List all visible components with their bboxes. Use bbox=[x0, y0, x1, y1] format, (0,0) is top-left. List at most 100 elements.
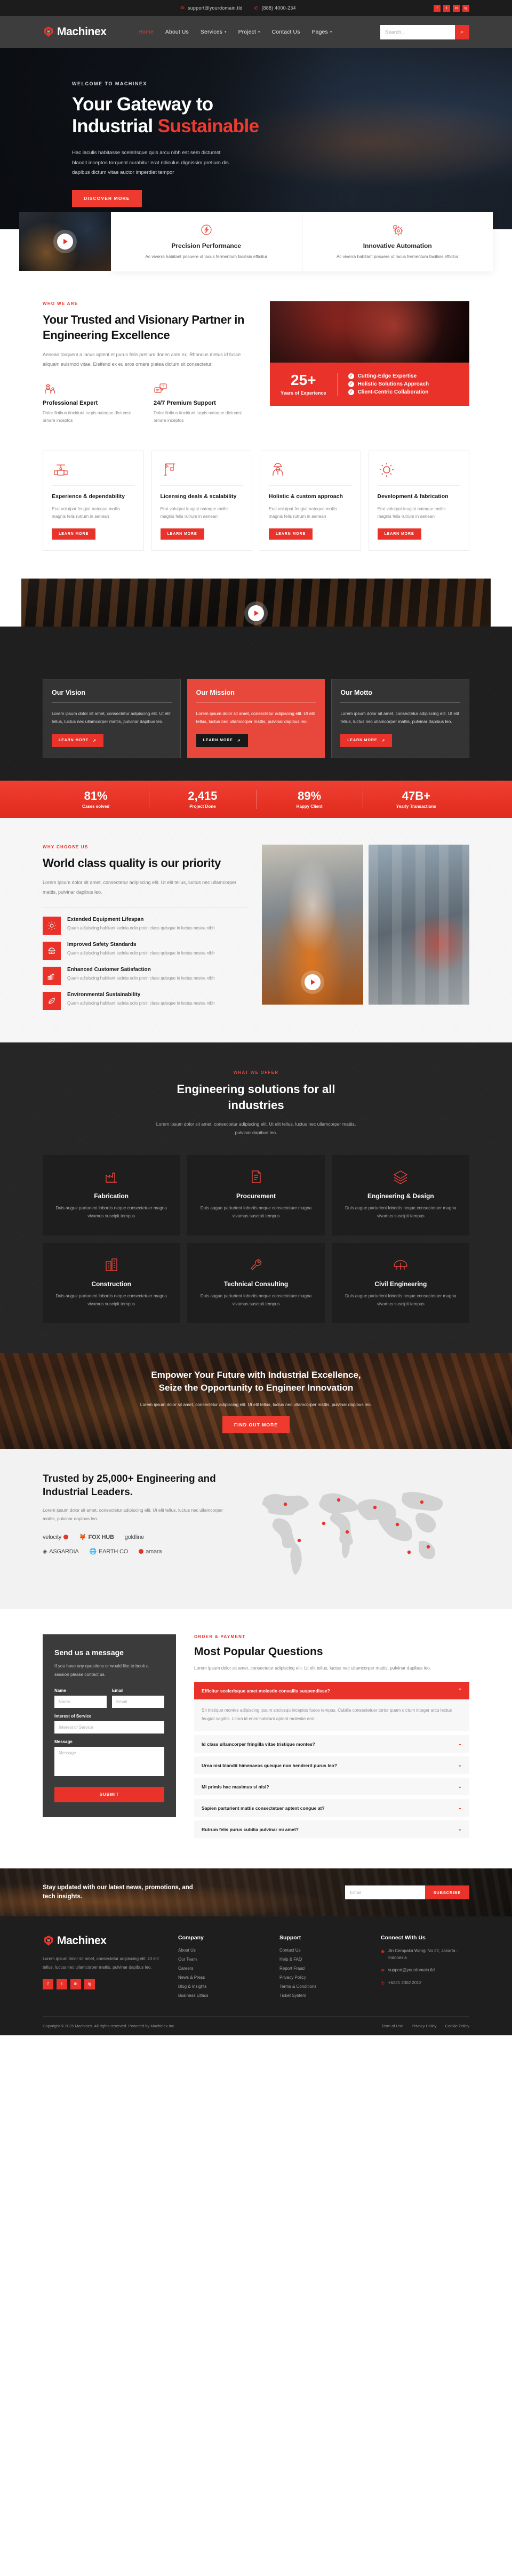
nav-item-services[interactable]: Services ▾ bbox=[201, 29, 227, 35]
faq-item: Id class ullamcorper fringilla vitae tri… bbox=[194, 1735, 469, 1753]
footer-link[interactable]: News & Press bbox=[178, 1975, 267, 1980]
faq-question[interactable]: Id class ullamcorper fringilla vitae tri… bbox=[194, 1735, 469, 1753]
topbar-phone[interactable]: ✆ (888) 4000-234 bbox=[254, 5, 296, 11]
factory-icon bbox=[53, 1169, 169, 1185]
newsletter-email-input[interactable] bbox=[345, 1885, 425, 1900]
learn-more-button[interactable]: LEARN MORE ↗ bbox=[52, 734, 103, 747]
nav-item-home[interactable]: Home bbox=[139, 29, 154, 35]
play-button-icon[interactable] bbox=[304, 974, 321, 990]
faq-question[interactable]: Mi primis hac maximus si nisi? ⌄ bbox=[194, 1778, 469, 1795]
play-button-icon[interactable] bbox=[57, 234, 73, 250]
footer-link[interactable]: Ticket System bbox=[279, 1993, 368, 1998]
footer-link[interactable]: Blog & Insights bbox=[178, 1984, 267, 1989]
cookie-policy-link[interactable]: Cookie Policy bbox=[445, 2024, 469, 2028]
footer-link[interactable]: Help & FAQ bbox=[279, 1957, 368, 1962]
top-bar: ✉ support@yourdomain.tld ✆ (888) 4000-23… bbox=[0, 0, 512, 16]
footer-about: Lorem ipsum dolor sit amet, consectetur … bbox=[43, 1956, 159, 1970]
email-input[interactable] bbox=[112, 1695, 164, 1708]
interest-of-service-input[interactable] bbox=[54, 1721, 164, 1734]
service-card[interactable]: Holistic & custom approach Erat volutpat… bbox=[260, 450, 361, 551]
svg-text:M: M bbox=[47, 30, 50, 34]
stat-item: 81% Cases solved bbox=[43, 789, 149, 809]
growth-chart-icon bbox=[43, 967, 61, 985]
faq-item: Sapien parturient mattis consectetuer ap… bbox=[194, 1799, 469, 1817]
faq-question[interactable]: Sapien parturient mattis consectetuer ap… bbox=[194, 1799, 469, 1817]
twitter-icon[interactable]: t bbox=[57, 1978, 67, 1989]
learn-more-button[interactable]: LEARN MORE bbox=[377, 528, 421, 540]
instagram-icon[interactable]: ig bbox=[84, 1978, 95, 1989]
footer-link[interactable]: Report Fraud bbox=[279, 1966, 368, 1971]
faq-question[interactable]: Urna nisi blandit himenaeos quisque non … bbox=[194, 1756, 469, 1774]
faq-question[interactable]: Rutrum felis purus cubilia pulvinar mi a… bbox=[194, 1820, 469, 1838]
offer-card[interactable]: Construction Duis augue parturient lobor… bbox=[43, 1242, 180, 1323]
footer-link[interactable]: Business Ethics bbox=[178, 1993, 267, 1998]
footer-link[interactable]: About Us bbox=[178, 1948, 267, 1953]
learn-more-button[interactable]: LEARN MORE bbox=[160, 528, 204, 540]
footer-link[interactable]: Terms & Conditions bbox=[279, 1984, 368, 1989]
footer-logo[interactable]: M Machinex bbox=[43, 1935, 165, 1947]
footer-link[interactable]: Contact Us bbox=[279, 1948, 368, 1953]
message-textarea[interactable] bbox=[54, 1746, 164, 1776]
name-input[interactable] bbox=[54, 1695, 107, 1708]
facebook-icon[interactable]: f bbox=[433, 4, 441, 12]
stat-item: 89% Happy Client bbox=[255, 789, 363, 809]
bullet-item: ✓ Client-Centric Collaboration bbox=[348, 389, 429, 395]
faq-answer: Sit tristique montes adipiscing ipsum so… bbox=[194, 1699, 469, 1732]
brands-section: Trusted by 25,000+ Engineering and Indus… bbox=[0, 1449, 512, 1609]
facebook-icon[interactable]: f bbox=[43, 1978, 53, 1989]
topbar-email[interactable]: ✉ support@yourdomain.tld bbox=[180, 5, 242, 11]
svg-text:M: M bbox=[47, 1939, 50, 1943]
offer-card[interactable]: Procurement Duis augue parturient lobort… bbox=[187, 1155, 325, 1235]
instagram-icon[interactable]: ig bbox=[462, 4, 469, 12]
search-button[interactable]: ⌕ bbox=[455, 25, 469, 39]
footer-link[interactable]: Our Team bbox=[178, 1957, 267, 1962]
gears-icon bbox=[390, 223, 404, 237]
chevron-up-icon: ⌃ bbox=[458, 1688, 462, 1694]
service-card[interactable]: Experience & dependability Erat volutpat… bbox=[43, 450, 144, 551]
offer-card-title: Engineering & Design bbox=[367, 1192, 434, 1200]
offer-card-title: Procurement bbox=[236, 1192, 276, 1200]
service-card[interactable]: Development & fabrication Erat volutpat … bbox=[368, 450, 469, 551]
why-item-title: Enhanced Customer Satisfaction bbox=[67, 967, 151, 973]
hero-cta-button[interactable]: DISCOVER MORE bbox=[72, 189, 142, 207]
cta-button[interactable]: FIND OUT MORE bbox=[222, 1416, 290, 1434]
chevron-down-icon: ▾ bbox=[258, 30, 260, 34]
nav-item-pages[interactable]: Pages ▾ bbox=[312, 29, 332, 35]
faq-question[interactable]: Efficitur scelerisque amet molestie conv… bbox=[194, 1682, 469, 1700]
nav-item-project[interactable]: Project ▾ bbox=[238, 29, 260, 35]
search-input[interactable] bbox=[380, 25, 455, 39]
intro-video-thumbnail[interactable] bbox=[19, 212, 111, 271]
footer-phone[interactable]: ✆ +6221 2002 2012 bbox=[381, 1980, 469, 1987]
why-item: Enhanced Customer Satisfaction Quam adipi… bbox=[43, 967, 248, 985]
offer-card[interactable]: Engineering & Design Duis augue parturie… bbox=[332, 1155, 469, 1235]
learn-more-button[interactable]: LEARN MORE bbox=[269, 528, 313, 540]
offer-card[interactable]: Technical Consulting Duis augue parturie… bbox=[187, 1242, 325, 1323]
offer-card[interactable]: Civil Engineering Duis augue parturient … bbox=[332, 1242, 469, 1323]
offer-card[interactable]: Fabrication Duis augue parturient lobort… bbox=[43, 1155, 180, 1235]
learn-more-button[interactable]: LEARN MORE bbox=[52, 528, 96, 540]
footer-link[interactable]: Privacy Policy bbox=[279, 1975, 368, 1980]
learn-more-button[interactable]: LEARN MORE ↗ bbox=[196, 734, 248, 747]
learn-more-button[interactable]: LEARN MORE ↗ bbox=[340, 734, 393, 747]
submit-button[interactable]: SUBMIT bbox=[54, 1786, 164, 1802]
why-lead: Lorem ipsum dolor sit amet, consectetur … bbox=[43, 880, 237, 895]
logo[interactable]: M Machinex bbox=[43, 26, 107, 38]
offer-lead: Lorem ipsum dolor sit amet, consectetur … bbox=[156, 1121, 356, 1136]
play-button-icon[interactable] bbox=[248, 605, 264, 622]
twitter-icon[interactable]: t bbox=[443, 4, 450, 12]
linkedin-icon[interactable]: in bbox=[452, 4, 460, 12]
subscribe-button[interactable]: SUBSCRIBE bbox=[425, 1885, 469, 1900]
terms-of-use-link[interactable]: Term of Use bbox=[381, 2024, 403, 2028]
nav-item-contact-us[interactable]: Contact Us bbox=[272, 29, 300, 35]
privacy-policy-link[interactable]: Privacy Policy bbox=[412, 2024, 437, 2028]
email-label: Email bbox=[112, 1688, 124, 1693]
experience-counter: 25+ Years of Experience bbox=[281, 372, 338, 396]
nav-item-about-us[interactable]: About Us bbox=[165, 29, 189, 35]
service-card[interactable]: Licensing deals & scalability Erat volut… bbox=[151, 450, 252, 551]
check-icon: ✓ bbox=[348, 381, 354, 387]
name-label: Name bbox=[54, 1688, 66, 1693]
linkedin-icon[interactable]: in bbox=[70, 1978, 81, 1989]
footer-email[interactable]: ✉ support@yourdomain.tld bbox=[381, 1967, 469, 1975]
about-feature-title: 24/7 Premium Support bbox=[154, 400, 216, 407]
footer-link[interactable]: Careers bbox=[178, 1966, 267, 1971]
